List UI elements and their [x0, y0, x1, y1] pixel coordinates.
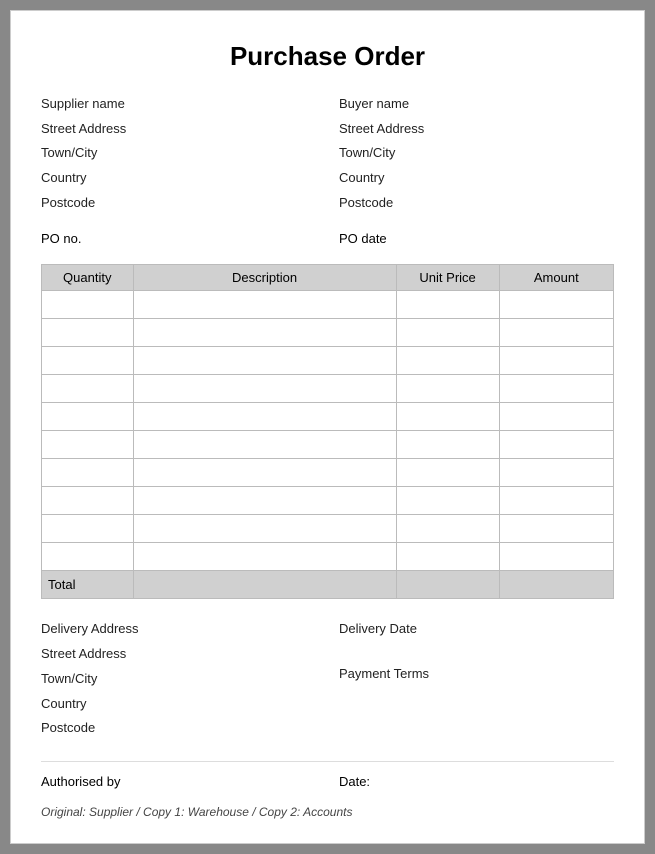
address-section: Supplier name Street Address Town/City C… [41, 92, 614, 215]
buyer-postcode-label: Postcode [339, 191, 614, 216]
table-row [42, 319, 614, 347]
col-header-unitprice: Unit Price [396, 265, 499, 291]
delivery-date-label: Delivery Date [339, 617, 614, 642]
delivery-date-col: Delivery Date Payment Terms [339, 617, 614, 740]
delivery-town-label: Town/City [41, 667, 316, 692]
supplier-address-col: Supplier name Street Address Town/City C… [41, 92, 316, 215]
delivery-country-label: Country [41, 692, 316, 717]
table-row [42, 515, 614, 543]
delivery-postcode-label: Postcode [41, 716, 316, 741]
supplier-postcode-label: Postcode [41, 191, 316, 216]
table-row [42, 347, 614, 375]
delivery-address-col: Delivery Address Street Address Town/Cit… [41, 617, 316, 740]
total-unitprice-cell [396, 571, 499, 599]
total-row: Total [42, 571, 614, 599]
table-header-row: Quantity Description Unit Price Amount [42, 265, 614, 291]
table-row [42, 543, 614, 571]
total-label: Total [42, 571, 134, 599]
table-row [42, 403, 614, 431]
table-row [42, 291, 614, 319]
buyer-address-col: Buyer name Street Address Town/City Coun… [339, 92, 614, 215]
po-number-label: PO no. [41, 231, 316, 246]
col-header-quantity: Quantity [42, 265, 134, 291]
purchase-order-page: Purchase Order Supplier name Street Addr… [10, 10, 645, 844]
auth-section: Authorised by Date: [41, 761, 614, 789]
auth-date-label: Date: [339, 774, 614, 789]
supplier-name-label: Supplier name [41, 92, 316, 117]
delivery-street-label: Street Address [41, 642, 316, 667]
table-row [42, 487, 614, 515]
buyer-town-label: Town/City [339, 141, 614, 166]
payment-terms-label: Payment Terms [339, 662, 614, 687]
table-row [42, 459, 614, 487]
table-row [42, 431, 614, 459]
buyer-country-label: Country [339, 166, 614, 191]
buyer-name-label: Buyer name [339, 92, 614, 117]
po-line: PO no. PO date [41, 231, 614, 246]
table-row [42, 375, 614, 403]
col-header-description: Description [133, 265, 396, 291]
total-desc-cell [133, 571, 396, 599]
supplier-town-label: Town/City [41, 141, 316, 166]
supplier-country-label: Country [41, 166, 316, 191]
order-table: Quantity Description Unit Price Amount T… [41, 264, 614, 599]
authorised-by-label: Authorised by [41, 774, 316, 789]
total-amount-cell [499, 571, 613, 599]
buyer-street-label: Street Address [339, 117, 614, 142]
delivery-section: Delivery Address Street Address Town/Cit… [41, 617, 614, 740]
po-date-label: PO date [339, 231, 614, 246]
col-header-amount: Amount [499, 265, 613, 291]
page-title: Purchase Order [41, 41, 614, 72]
supplier-street-label: Street Address [41, 117, 316, 142]
delivery-address-label: Delivery Address [41, 617, 316, 642]
footer-text: Original: Supplier / Copy 1: Warehouse /… [41, 805, 614, 819]
